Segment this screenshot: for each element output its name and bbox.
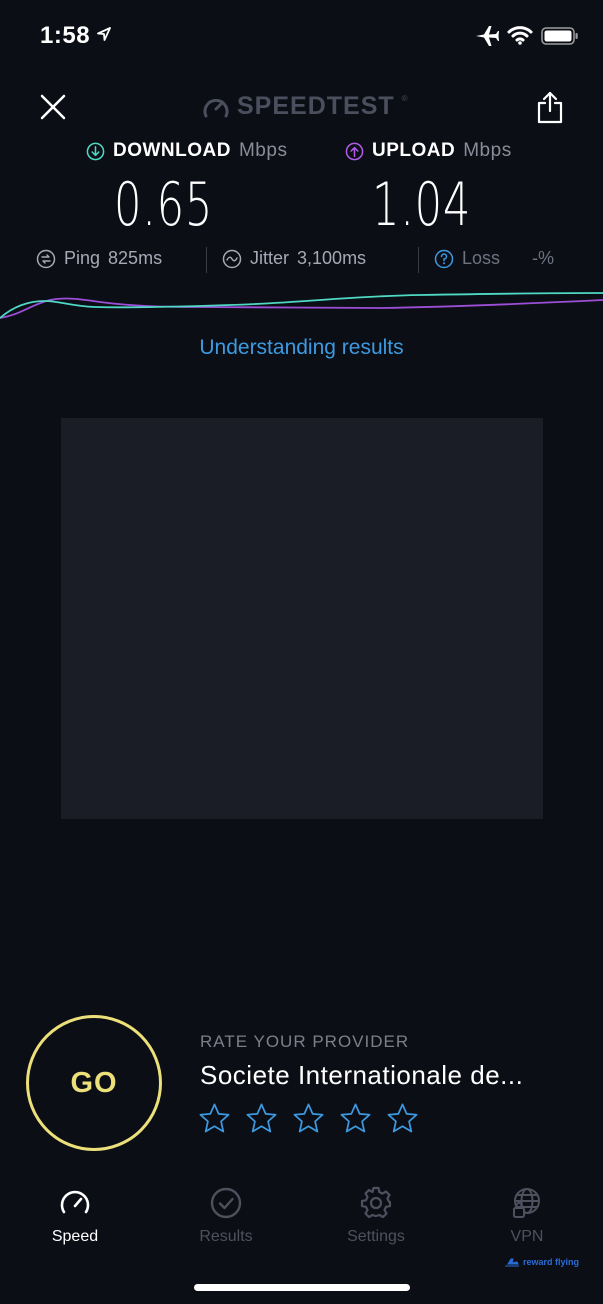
go-button[interactable]: GO [26, 1015, 162, 1151]
download-arrow-icon [86, 142, 105, 160]
understanding-results-link[interactable]: Understanding results [0, 336, 603, 360]
upload-title: UPLOAD [372, 140, 456, 161]
close-icon [40, 94, 66, 120]
airplane-logo-icon [505, 1258, 519, 1267]
share-button[interactable] [536, 90, 564, 124]
rating-stars [198, 1102, 419, 1135]
airplane-icon [476, 26, 499, 46]
tab-settings[interactable]: Settings [321, 1186, 431, 1246]
star-icon[interactable] [198, 1102, 231, 1135]
tab-results[interactable]: Results [171, 1186, 281, 1246]
globe-lock-icon [513, 1188, 540, 1218]
rate-provider-title: RATE YOUR PROVIDER [200, 1032, 410, 1051]
jitter-stat: Jitter 3,100ms [222, 248, 366, 269]
gear-icon [360, 1186, 392, 1219]
location-arrow-icon [97, 27, 111, 41]
loss-stat[interactable]: Loss -% [434, 248, 554, 269]
speedtest-logo: SPEEDTEST ® [202, 92, 408, 121]
jitter-icon [222, 249, 242, 268]
upload-value: 1.04 [372, 170, 472, 240]
check-circle-icon [210, 1187, 242, 1219]
tab-speed[interactable]: Speed [20, 1186, 130, 1246]
ping-label: Ping [64, 248, 101, 268]
ping-unit: ms [138, 248, 163, 268]
battery-icon [541, 27, 578, 45]
upload-label: UPLOAD Mbps [345, 140, 512, 162]
loss-unit: % [538, 248, 555, 268]
wifi-icon [507, 26, 533, 45]
download-value: 0.65 [114, 170, 214, 240]
tab-vpn[interactable]: VPN [472, 1186, 582, 1246]
star-icon[interactable] [339, 1102, 372, 1135]
jitter-unit: ms [342, 248, 367, 268]
home-indicator[interactable] [194, 1284, 410, 1291]
jitter-value: 3,100 [297, 248, 343, 268]
loss-label: Loss [462, 248, 501, 268]
upload-arrow-icon [345, 142, 364, 160]
speed-graph [0, 292, 603, 319]
stat-divider [418, 247, 419, 273]
watermark-text: reward flying [523, 1257, 580, 1267]
ping-stat: Ping 825ms [36, 248, 162, 269]
speedometer-icon [60, 1190, 90, 1214]
download-label: DOWNLOAD Mbps [86, 140, 287, 162]
tab-speed-label: Speed [51, 1228, 99, 1245]
download-unit: Mbps [238, 140, 288, 161]
watermark: reward flying [504, 1256, 579, 1268]
download-title: DOWNLOAD [113, 140, 231, 161]
stat-divider [206, 247, 207, 273]
star-icon[interactable] [292, 1102, 325, 1135]
provider-name: Societe Internationale de... [200, 1060, 524, 1090]
ping-icon [36, 249, 56, 268]
speedometer-logo-icon [203, 98, 229, 117]
help-icon[interactable] [434, 249, 454, 269]
tab-vpn-label: VPN [510, 1228, 544, 1245]
jitter-label: Jitter [250, 248, 290, 268]
tab-settings-label: Settings [347, 1228, 405, 1245]
share-icon [537, 91, 563, 124]
star-icon[interactable] [245, 1102, 278, 1135]
logo-text: SPEEDTEST [237, 92, 395, 120]
star-icon[interactable] [386, 1102, 419, 1135]
tab-results-label: Results [199, 1228, 253, 1245]
logo-trademark: ® [401, 94, 408, 103]
status-time: 1:58 [40, 22, 91, 49]
close-button[interactable] [36, 90, 70, 124]
go-label: GO [70, 1066, 118, 1099]
upload-unit: Mbps [463, 140, 512, 161]
ping-value: 825 [108, 248, 139, 268]
download-graph-line [0, 292, 603, 319]
ad-placeholder [61, 418, 543, 819]
